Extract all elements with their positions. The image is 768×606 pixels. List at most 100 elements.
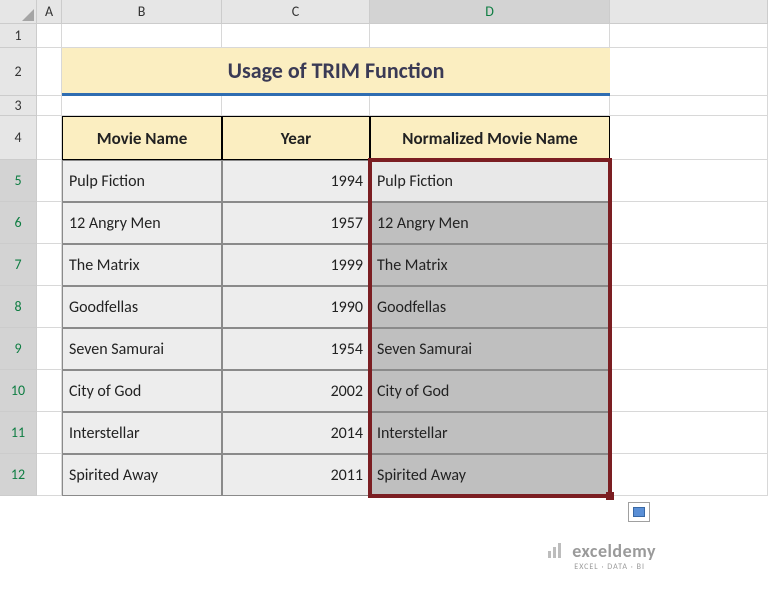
normalized-cell[interactable]: Interstellar [370, 412, 610, 454]
cell-value: Pulp Fiction [69, 172, 145, 191]
data-cell[interactable]: 1999 [222, 244, 370, 286]
row-number: 11 [11, 424, 25, 441]
empty-cell[interactable] [222, 96, 370, 116]
empty-cell[interactable] [62, 96, 222, 116]
row-header-4[interactable]: 4 [0, 116, 37, 160]
normalized-cell[interactable]: The Matrix [370, 244, 610, 286]
row-header-6[interactable]: 6 [0, 202, 37, 244]
data-cell[interactable]: 1994 [222, 160, 370, 202]
data-cell[interactable]: City of God [62, 370, 222, 412]
empty-cell[interactable] [610, 412, 768, 454]
empty-cell[interactable] [37, 48, 62, 96]
table-header[interactable]: Movie Name [62, 116, 222, 160]
row-number: 3 [14, 97, 21, 114]
normalized-cell[interactable]: Pulp Fiction [370, 160, 610, 202]
empty-cell[interactable] [37, 412, 62, 454]
empty-cell[interactable] [610, 370, 768, 412]
cell-value: 1999 [331, 256, 363, 275]
column-header-D[interactable]: D [370, 0, 610, 24]
empty-cell[interactable] [610, 286, 768, 328]
cell-value: 1990 [331, 298, 363, 317]
row-header-1[interactable]: 1 [0, 24, 37, 48]
empty-cell[interactable] [610, 116, 768, 160]
empty-cell[interactable] [37, 116, 62, 160]
normalized-cell[interactable]: City of God [370, 370, 610, 412]
empty-cell[interactable] [37, 202, 62, 244]
row-number: 2 [14, 63, 21, 80]
row-header-11[interactable]: 11 [0, 412, 37, 454]
row-number: 10 [11, 382, 25, 399]
normalized-cell[interactable]: Goodfellas [370, 286, 610, 328]
data-cell[interactable]: 1990 [222, 286, 370, 328]
data-cell[interactable]: Goodfellas [62, 286, 222, 328]
empty-cell[interactable] [610, 160, 768, 202]
data-cell[interactable]: 1957 [222, 202, 370, 244]
data-cell[interactable]: 1954 [222, 328, 370, 370]
data-cell[interactable]: 2011 [222, 454, 370, 496]
cell-value: Goodfellas [377, 298, 446, 317]
empty-cell[interactable] [610, 24, 768, 48]
corner-select-all[interactable] [0, 0, 37, 24]
data-cell[interactable]: Spirited Away [62, 454, 222, 496]
fill-handle[interactable] [606, 492, 614, 500]
table-header[interactable]: Normalized Movie Name [370, 116, 610, 160]
empty-cell[interactable] [37, 244, 62, 286]
title-text: Usage of TRIM Function [228, 57, 445, 84]
cell-value: Seven Samurai [377, 340, 472, 359]
table-header[interactable]: Year [222, 116, 370, 160]
empty-cell[interactable] [222, 24, 370, 48]
row-number: 7 [14, 256, 21, 273]
header-movie: Movie Name [97, 128, 188, 149]
empty-cell[interactable] [610, 202, 768, 244]
empty-cell[interactable] [370, 24, 610, 48]
row-number: 9 [14, 340, 21, 357]
data-cell[interactable]: The Matrix [62, 244, 222, 286]
row-header-10[interactable]: 10 [0, 370, 37, 412]
data-cell[interactable]: 2002 [222, 370, 370, 412]
data-cell[interactable]: Pulp Fiction [62, 160, 222, 202]
normalized-cell[interactable]: 12 Angry Men [370, 202, 610, 244]
data-cell[interactable]: Interstellar [62, 412, 222, 454]
row-header-7[interactable]: 7 [0, 244, 37, 286]
cell-value: Interstellar [377, 424, 448, 443]
empty-cell[interactable] [37, 370, 62, 412]
column-letter: D [485, 3, 494, 20]
auto-fill-options-button[interactable] [628, 502, 650, 522]
empty-cell[interactable] [610, 96, 768, 116]
column-header-C[interactable]: C [222, 0, 370, 24]
empty-cell[interactable] [370, 96, 610, 116]
empty-cell[interactable] [37, 96, 62, 116]
cell-value: The Matrix [377, 256, 448, 275]
data-cell[interactable]: 2014 [222, 412, 370, 454]
empty-cell[interactable] [37, 454, 62, 496]
row-header-9[interactable]: 9 [0, 328, 37, 370]
cell-value: 1994 [331, 172, 363, 191]
empty-cell[interactable] [37, 24, 62, 48]
row-header-2[interactable]: 2 [0, 48, 37, 96]
row-number: 6 [14, 214, 21, 231]
row-header-8[interactable]: 8 [0, 286, 37, 328]
page-title: Usage of TRIM Function [62, 48, 610, 96]
column-header-A[interactable]: A [37, 0, 62, 24]
normalized-cell[interactable]: Seven Samurai [370, 328, 610, 370]
data-cell[interactable]: 12 Angry Men [62, 202, 222, 244]
row-header-12[interactable]: 12 [0, 454, 37, 496]
column-header-B[interactable]: B [62, 0, 222, 24]
empty-cell[interactable] [37, 160, 62, 202]
row-header-5[interactable]: 5 [0, 160, 37, 202]
empty-cell[interactable] [610, 328, 768, 370]
watermark-text: exceldemy [572, 540, 656, 562]
column-letter: B [138, 3, 146, 20]
empty-cell[interactable] [62, 24, 222, 48]
empty-cell[interactable] [610, 48, 768, 96]
column-header-blank[interactable] [610, 0, 768, 24]
row-header-3[interactable]: 3 [0, 96, 37, 116]
empty-cell[interactable] [610, 244, 768, 286]
cell-value: Interstellar [69, 424, 140, 443]
normalized-cell[interactable]: Spirited Away [370, 454, 610, 496]
data-cell[interactable]: Seven Samurai [62, 328, 222, 370]
empty-cell[interactable] [610, 454, 768, 496]
header-normalized: Normalized Movie Name [402, 128, 577, 149]
empty-cell[interactable] [37, 286, 62, 328]
empty-cell[interactable] [37, 328, 62, 370]
